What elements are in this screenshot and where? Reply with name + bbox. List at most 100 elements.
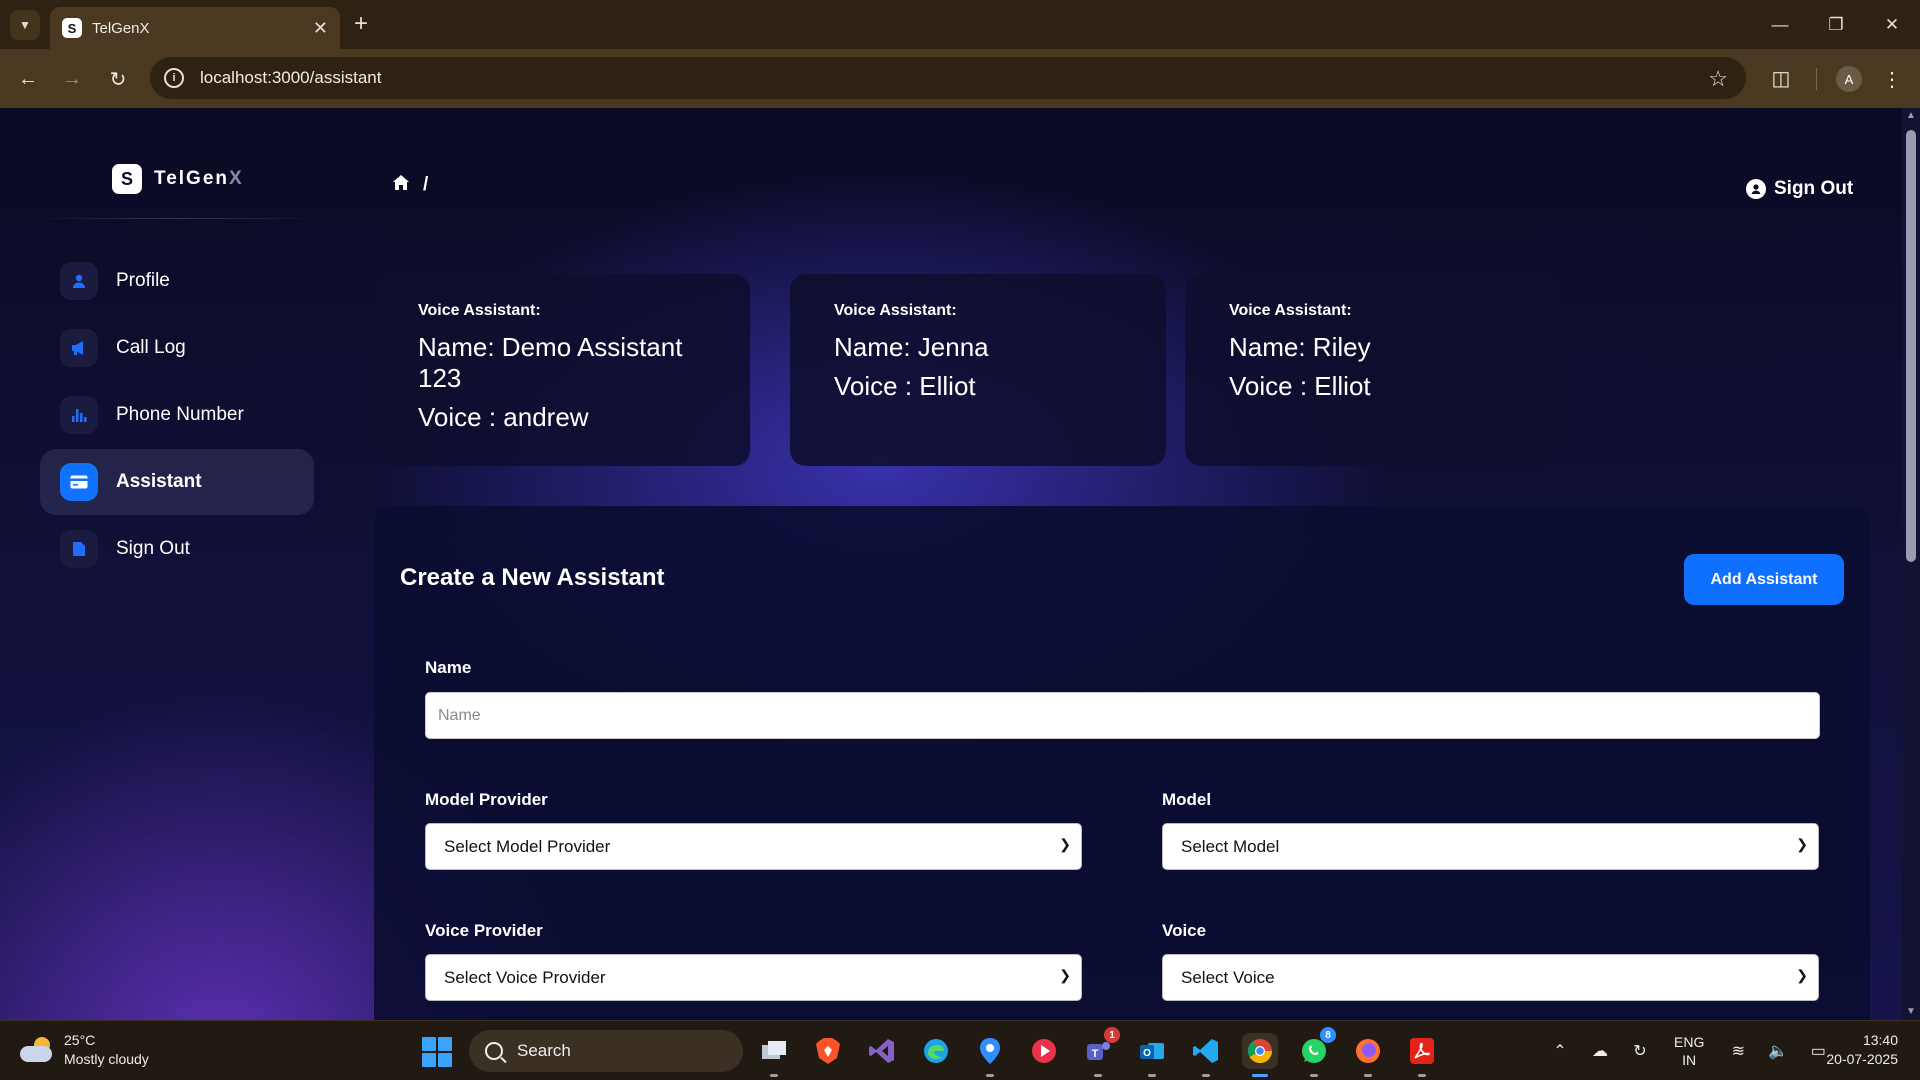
browser-tab[interactable]: S TelGenX ✕ [50,7,340,49]
tab-title: TelGenX [92,19,150,37]
model-provider-selected: Select Model Provider [444,836,611,856]
page-scrollbar[interactable]: ▲ ▼ [1902,108,1920,1020]
user-circle-icon [1746,179,1766,199]
create-assistant-panel: Create a New Assistant Add Assistant Nam… [374,506,1870,1020]
assistant-voice: Voice : andrew [418,402,589,432]
form-title: Create a New Assistant [400,564,665,591]
sidebar-divider [28,218,328,219]
sidebar-item-label: Assistant [116,471,202,492]
scroll-up-arrow-icon[interactable]: ▲ [1905,110,1917,124]
taskbar-search[interactable]: Search [469,1030,743,1072]
svg-text:T: T [1092,1048,1099,1060]
vscode-icon[interactable] [1188,1033,1224,1077]
assistant-card[interactable]: Voice Assistant: Name: Riley Voice : Ell… [1185,274,1561,466]
search-icon [485,1042,503,1060]
onedrive-offline-icon[interactable]: ☁ [1586,1037,1614,1065]
model-select[interactable]: Select Model ❯ [1162,823,1819,870]
assistant-name: Name: Riley [1229,332,1371,362]
sidebar-nav: Profile Call Log Phone Number Assistant … [40,248,314,583]
input-language[interactable]: ENG IN [1674,1033,1704,1069]
voice-provider-select[interactable]: Select Voice Provider ❯ [425,954,1082,1001]
restore-icon[interactable]: ❐ [1808,0,1864,49]
bookmark-star-icon[interactable]: ☆ [1708,66,1728,92]
wifi-icon[interactable]: ≋ [1724,1037,1752,1065]
chevron-down-icon: ▼ [19,18,31,32]
close-tab-icon[interactable]: ✕ [313,18,328,39]
extensions-puzzle-icon[interactable]: ◫ [1766,63,1796,93]
lang-top: ENG [1674,1034,1705,1050]
window-controls: — ❐ ✕ [1752,0,1920,49]
browser-tab-bar: ▼ S TelGenX ✕ + — ❐ ✕ [0,0,1920,49]
brave-browser-icon[interactable] [810,1033,846,1069]
forward-arrow-icon[interactable]: → [56,63,88,95]
whatsapp-icon[interactable]: 8 [1296,1027,1336,1077]
toolbar-divider [1816,68,1817,90]
favicon-icon: S [62,18,82,38]
reload-icon[interactable]: ↻ [102,63,134,95]
whatsapp-badge: 8 [1320,1027,1336,1043]
scroll-thumb[interactable] [1906,130,1916,562]
assistant-card-caption: Voice Assistant: [834,302,957,319]
firefox-icon[interactable] [1350,1033,1386,1077]
clock-time: 13:40 [1862,1032,1898,1048]
new-tab-button[interactable]: + [354,11,368,37]
assistant-name: Name: Demo Assistant 123 [418,332,683,393]
teams-badge: 1 [1104,1027,1120,1043]
assistant-voice: Voice : Elliot [834,371,976,401]
brand[interactable]: S TelGenX [112,164,244,194]
task-view-icon[interactable] [756,1033,792,1077]
address-bar-row: ← → ↻ i localhost:3000/assistant ☆ [0,49,1920,108]
url-text[interactable]: localhost:3000/assistant [200,68,381,88]
taskbar-search-label: Search [517,1041,571,1060]
kebab-menu-icon[interactable]: ⋮ [1880,64,1904,94]
voice-provider-selected: Select Voice Provider [444,967,606,987]
volume-icon[interactable]: 🔈 [1764,1037,1792,1065]
voice-select[interactable]: Select Voice ❯ [1162,954,1819,1001]
media-player-icon[interactable] [1026,1033,1062,1069]
clock[interactable]: 13:40 20-07-2025 [1826,1031,1898,1069]
edge-browser-icon[interactable] [918,1033,954,1069]
clock-date: 20-07-2025 [1826,1051,1898,1067]
model-provider-select[interactable]: Select Model Provider ❯ [425,823,1082,870]
back-arrow-icon[interactable]: ← [12,63,44,95]
assistant-name: Name: Jenna [834,332,989,362]
sidebar-item-profile[interactable]: Profile [40,248,314,314]
maps-pin-icon[interactable] [972,1033,1008,1077]
chevron-down-icon: ❯ [1796,967,1808,983]
add-assistant-button[interactable]: Add Assistant [1684,554,1844,605]
lang-bottom: IN [1682,1052,1697,1068]
outlook-icon[interactable]: O [1134,1033,1170,1077]
scroll-down-arrow-icon[interactable]: ▼ [1905,1006,1917,1020]
sidebar-item-phone-number[interactable]: Phone Number [40,382,314,448]
minimize-icon[interactable]: — [1752,0,1808,49]
brand-logo-icon: S [112,164,142,194]
weather-widget[interactable]: 25°C Mostly cloudy [20,1031,149,1069]
chrome-icon[interactable] [1242,1033,1278,1077]
tab-search-button[interactable]: ▼ [10,10,40,40]
windows-start-icon[interactable] [422,1037,452,1067]
teams-icon[interactable]: T 1 [1080,1027,1120,1077]
sidebar-item-sign-out[interactable]: Sign Out [40,516,314,582]
name-input[interactable] [425,692,1820,739]
header-sign-out-button[interactable]: Sign Out [1746,178,1853,200]
assistant-card-caption: Voice Assistant: [418,302,541,319]
sidebar-item-assistant[interactable]: Assistant [40,449,314,515]
url-omnibox[interactable]: i localhost:3000/assistant ☆ [150,57,1746,99]
assistant-card[interactable]: Voice Assistant: Name: Demo Assistant 12… [374,274,750,466]
site-info-icon[interactable]: i [164,68,184,88]
sidebar-item-label: Sign Out [116,538,190,559]
name-label: Name [425,658,472,677]
close-window-icon[interactable]: ✕ [1864,0,1920,49]
app-viewport: S TelGenX Profile Call Log Phone Number [0,108,1920,1020]
browser-profile-avatar[interactable]: A [1836,66,1862,92]
home-icon[interactable] [393,175,409,195]
acrobat-pdf-icon[interactable] [1404,1033,1440,1077]
chevron-up-icon[interactable]: ⌃ [1546,1037,1574,1065]
assistant-card[interactable]: Voice Assistant: Name: Jenna Voice : Ell… [790,274,1166,466]
sidebar-item-call-log[interactable]: Call Log [40,315,314,381]
person-icon [60,262,98,300]
model-provider-label: Model Provider [425,790,548,809]
visual-studio-icon[interactable] [864,1033,900,1069]
sync-icon[interactable]: ↻ [1626,1037,1654,1065]
os-taskbar: 25°C Mostly cloudy Search T 1 O 8 ⌃ ☁ ↻ … [0,1020,1920,1080]
